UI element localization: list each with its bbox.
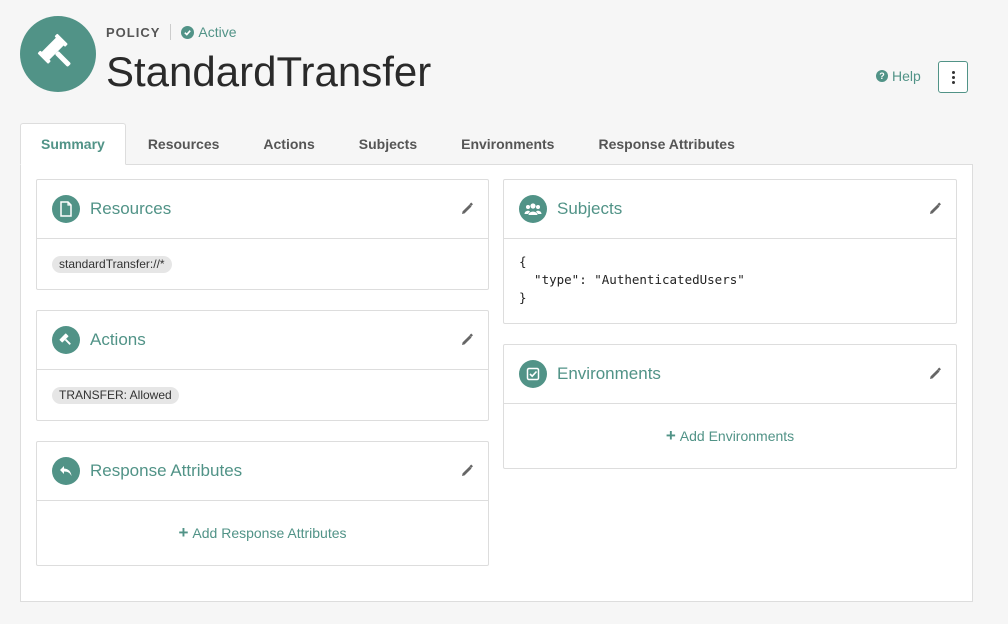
subjects-card: Subjects { "type": "AuthenticatedUsers" … bbox=[503, 179, 957, 324]
subjects-json: { "type": "AuthenticatedUsers" } bbox=[519, 254, 745, 305]
vertical-ellipsis-icon bbox=[951, 70, 955, 74]
subjects-card-header: Subjects bbox=[504, 180, 956, 239]
tab-environments[interactable]: Environments bbox=[439, 123, 576, 165]
reply-icon bbox=[52, 457, 80, 485]
environments-card-header: Environments bbox=[504, 345, 956, 404]
add-environments-link[interactable]: + Add Environments bbox=[519, 426, 941, 445]
actions-card-title: Actions bbox=[90, 330, 146, 349]
check-square-icon bbox=[519, 360, 547, 388]
response-attributes-card: Response Attributes + Add Response Attri… bbox=[36, 441, 489, 566]
pencil-icon[interactable] bbox=[460, 202, 474, 216]
subjects-card-title: Subjects bbox=[557, 199, 623, 218]
actions-card-header: Actions bbox=[37, 311, 488, 370]
divider bbox=[170, 24, 172, 40]
actions-card: Actions TRANSFER: Allowed bbox=[36, 310, 489, 421]
actions-card-body: TRANSFER: Allowed bbox=[37, 370, 488, 420]
users-icon bbox=[519, 195, 547, 223]
response-attributes-card-title: Response Attributes bbox=[90, 461, 243, 480]
environments-card-title: Environments bbox=[557, 364, 661, 383]
gavel-icon bbox=[52, 326, 80, 354]
tab-subjects[interactable]: Subjects bbox=[337, 123, 439, 165]
help-link[interactable]: ? Help bbox=[876, 68, 921, 84]
tab-response-attributes[interactable]: Response Attributes bbox=[576, 123, 756, 165]
question-circle-icon: ? bbox=[876, 70, 888, 82]
response-attributes-card-header: Response Attributes bbox=[37, 442, 488, 501]
resources-card: Resources standardTransfer://* bbox=[36, 179, 489, 290]
resources-card-title: Resources bbox=[90, 199, 172, 218]
resource-chip: standardTransfer://* bbox=[52, 256, 172, 273]
pencil-icon[interactable] bbox=[460, 464, 474, 478]
file-icon bbox=[52, 195, 80, 223]
environments-card-body: + Add Environments bbox=[504, 404, 956, 460]
help-label: Help bbox=[892, 68, 921, 84]
tab-actions[interactable]: Actions bbox=[241, 123, 336, 165]
subjects-card-body: { "type": "AuthenticatedUsers" } bbox=[504, 239, 956, 323]
status-text: Active bbox=[198, 24, 237, 40]
response-attributes-card-body: + Add Response Attributes bbox=[37, 501, 488, 557]
more-options-button[interactable] bbox=[938, 61, 968, 93]
tab-bar: Summary Resources Actions Subjects Envir… bbox=[20, 123, 757, 165]
pencil-icon[interactable] bbox=[928, 367, 942, 381]
plus-icon: + bbox=[178, 523, 189, 542]
add-response-attributes-label: Add Response Attributes bbox=[192, 525, 347, 541]
status-badge: Active bbox=[181, 24, 237, 40]
tab-summary[interactable]: Summary bbox=[20, 123, 126, 165]
pencil-icon[interactable] bbox=[928, 202, 942, 216]
policy-meta: POLICY Active bbox=[106, 24, 237, 40]
page-title: StandardTransfer bbox=[106, 48, 432, 95]
add-response-attributes-link[interactable]: + Add Response Attributes bbox=[52, 523, 473, 542]
resources-card-body: standardTransfer://* bbox=[37, 239, 488, 289]
policy-type-label: POLICY bbox=[106, 24, 161, 40]
tab-resources[interactable]: Resources bbox=[126, 123, 242, 165]
policy-gavel-icon bbox=[20, 16, 96, 92]
check-circle-icon bbox=[181, 25, 195, 39]
add-environments-label: Add Environments bbox=[679, 428, 795, 444]
action-chip: TRANSFER: Allowed bbox=[52, 387, 179, 404]
environments-card: Environments + Add Environments bbox=[503, 344, 957, 469]
pencil-icon[interactable] bbox=[460, 333, 474, 347]
resources-card-header: Resources bbox=[37, 180, 488, 239]
plus-icon: + bbox=[665, 426, 676, 445]
